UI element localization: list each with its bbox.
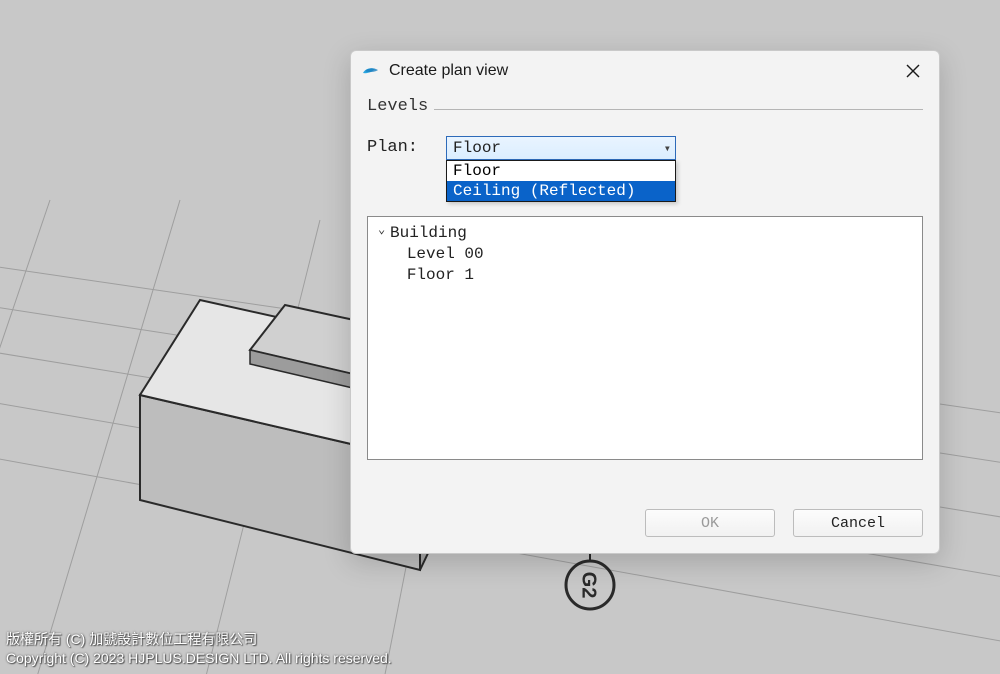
close-icon (906, 64, 920, 78)
tree-item-floor-1[interactable]: Floor 1 (378, 265, 912, 286)
ok-button[interactable]: OK (645, 509, 775, 537)
app-icon (361, 61, 381, 81)
dialog-titlebar[interactable]: Create plan view (351, 51, 939, 91)
levels-fieldset: Levels Plan: Floor ▾ Floor Ceiling (Refl… (367, 109, 923, 460)
tree-root-label: Building (390, 224, 467, 242)
dialog-button-row: OK Cancel (351, 491, 939, 553)
plan-type-dropdown-list: Floor Ceiling (Reflected) (446, 160, 676, 202)
plan-option-ceiling-reflected[interactable]: Ceiling (Reflected) (447, 181, 675, 201)
chevron-down-icon: ▾ (664, 141, 671, 156)
cancel-button[interactable]: Cancel (793, 509, 923, 537)
levels-tree[interactable]: Building Level 00 Floor 1 (367, 216, 923, 460)
app-viewport: G2 Create plan view Levels (0, 0, 1000, 674)
tree-root-building[interactable]: Building (378, 223, 912, 244)
levels-legend: Levels (367, 97, 434, 116)
plan-type-selected: Floor (453, 139, 501, 157)
create-plan-view-dialog: Create plan view Levels Plan: Floor ▾ (350, 50, 940, 554)
plan-type-combobox[interactable]: Floor ▾ (446, 136, 676, 160)
dialog-title: Create plan view (389, 62, 891, 80)
tree-item-level-00[interactable]: Level 00 (378, 244, 912, 265)
caret-down-icon[interactable] (378, 223, 390, 244)
plan-label: Plan: (367, 136, 418, 157)
close-button[interactable] (891, 55, 935, 87)
plan-option-floor[interactable]: Floor (447, 161, 675, 181)
grid-marker-label: G2 (578, 572, 600, 599)
